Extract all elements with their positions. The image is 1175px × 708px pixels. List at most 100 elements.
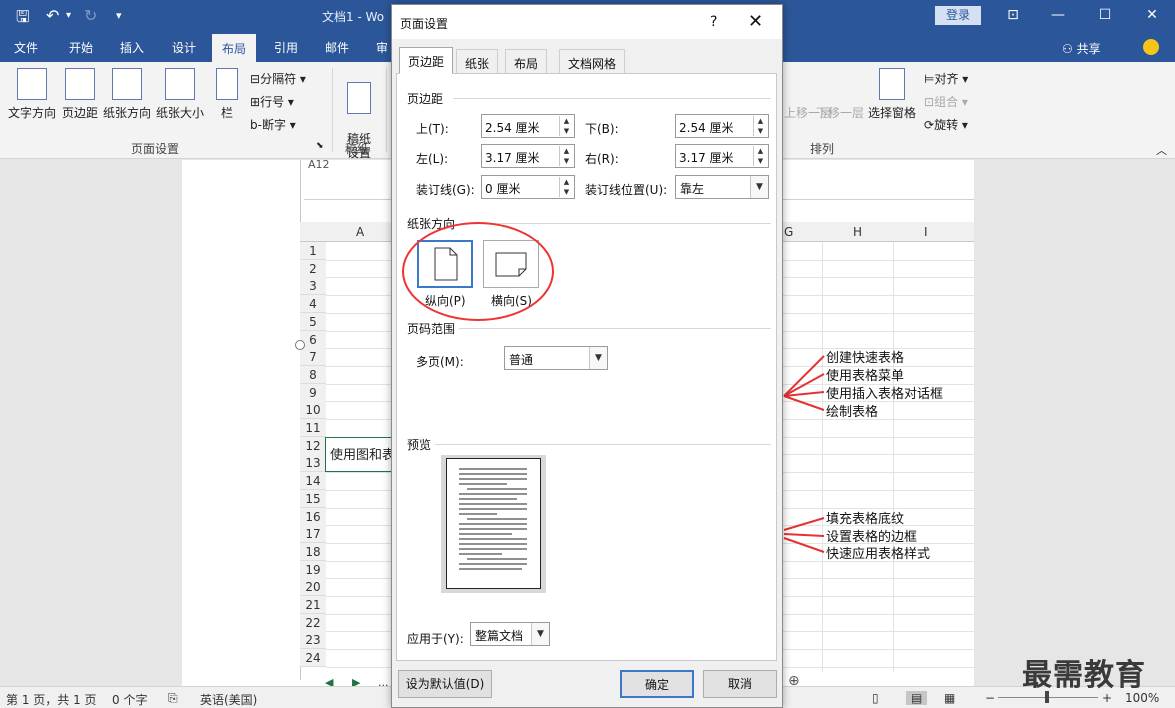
spin-down-icon[interactable]: ▼ <box>753 126 767 136</box>
spin-down-icon[interactable]: ▼ <box>559 126 573 136</box>
tab-layout[interactable]: 布局 <box>212 34 257 62</box>
rotate-button[interactable]: ⟳旋转 ▾ <box>924 116 968 133</box>
collapse-ribbon-icon[interactable]: ︿ <box>1156 142 1167 158</box>
cell-a12[interactable]: 使用图和表 <box>325 437 393 472</box>
maximize-icon[interactable]: ☐ <box>1090 4 1120 26</box>
tab-file[interactable]: 文件 <box>14 39 38 56</box>
read-mode-icon[interactable]: ▯ <box>872 691 879 705</box>
window-close-icon[interactable]: ✕ <box>1137 4 1167 26</box>
spin-down-icon[interactable]: ▼ <box>559 156 573 166</box>
multiple-pages-select[interactable]: 普通 ▼ <box>504 346 608 370</box>
spin-down-icon[interactable]: ▼ <box>753 156 767 166</box>
tab-paper[interactable]: 纸张 <box>456 49 499 73</box>
row-header[interactable]: 14 <box>300 472 326 491</box>
selection-pane-button[interactable]: 选择窗格 <box>866 68 918 121</box>
page-setup-launcher-icon[interactable]: ⬊ <box>316 141 324 151</box>
row-header[interactable]: 18 <box>300 542 326 561</box>
line-numbers-button[interactable]: ⊞行号 ▾ <box>250 93 294 110</box>
spin-up-icon[interactable]: ▲ <box>753 146 767 156</box>
ribbon-display-options-icon[interactable]: ⊡ <box>998 4 1028 26</box>
gutter-field[interactable]: 0 厘米 ▲ ▼ <box>481 175 575 199</box>
row-header[interactable]: 20 <box>300 578 326 597</box>
group-button[interactable]: ⊡组合 ▾ <box>924 93 968 110</box>
row-header[interactable]: 19 <box>300 560 326 579</box>
page-count[interactable]: 第 1 页，共 1 页 <box>6 691 97 708</box>
spin-up-icon[interactable]: ▲ <box>753 116 767 126</box>
send-backward-button[interactable]: 下移一层 <box>816 104 864 121</box>
row-header[interactable]: 17 <box>300 525 326 544</box>
help-icon[interactable]: ? <box>710 14 717 30</box>
redo-icon[interactable]: ↻ <box>84 6 97 25</box>
row-header[interactable]: 3 <box>300 277 326 296</box>
right-margin-field[interactable]: 3.17 厘米 ▲ ▼ <box>675 144 769 168</box>
row-header[interactable]: 24 <box>300 649 326 668</box>
column-header-h[interactable]: H <box>853 225 862 239</box>
spin-up-icon[interactable]: ▲ <box>559 146 573 156</box>
cancel-button[interactable]: 取消 <box>703 670 777 698</box>
top-margin-field[interactable]: 2.54 厘米 ▲ ▼ <box>481 114 575 138</box>
row-header[interactable]: 21 <box>300 596 326 614</box>
columns-button[interactable]: 栏 <box>212 68 242 121</box>
hyphenation-button[interactable]: b‑断字 ▾ <box>250 116 296 133</box>
chevron-down-icon[interactable]: ▼ <box>531 623 549 645</box>
gutter-position-select[interactable]: 靠左 ▼ <box>675 175 769 199</box>
size-button[interactable]: 纸张大小 <box>154 68 206 121</box>
row-header[interactable]: 9 <box>300 383 326 402</box>
ok-button[interactable]: 确定 <box>620 670 694 698</box>
language-indicator[interactable]: 英语(美国) <box>200 691 257 708</box>
row-header[interactable]: 15 <box>300 489 326 508</box>
resize-handle-icon[interactable] <box>295 340 305 350</box>
tab-references[interactable]: 引用 <box>274 39 298 56</box>
spin-up-icon[interactable]: ▲ <box>559 116 573 126</box>
row-header[interactable]: 2 <box>300 259 326 278</box>
row-header[interactable]: 16 <box>300 507 326 526</box>
undo-icon[interactable]: ↶ <box>46 6 59 25</box>
feedback-smiley-icon[interactable] <box>1143 39 1159 55</box>
undo-dropdown-icon[interactable]: ▾ <box>66 10 71 21</box>
close-icon[interactable]: ✕ <box>748 11 763 32</box>
row-header[interactable]: 12 <box>300 436 326 455</box>
text-direction-button[interactable]: 文字方向 <box>6 68 58 121</box>
tab-review[interactable]: 审 <box>376 39 388 56</box>
row-header[interactable]: 13 <box>300 454 326 473</box>
tab-document-grid[interactable]: 文档网格 <box>559 49 626 73</box>
row-header[interactable]: 8 <box>300 365 326 384</box>
chevron-down-icon[interactable]: ▼ <box>750 176 768 198</box>
tab-insert[interactable]: 插入 <box>120 39 144 56</box>
tab-margins[interactable]: 页边距 <box>399 47 454 74</box>
chevron-down-icon[interactable]: ▼ <box>589 347 607 369</box>
name-box[interactable]: A12 <box>308 158 330 171</box>
tab-design[interactable]: 设计 <box>172 39 196 56</box>
login-button[interactable]: 登录 <box>935 6 981 25</box>
margins-button[interactable]: 页边距 <box>60 68 100 121</box>
orientation-button[interactable]: 纸张方向 <box>101 68 153 121</box>
row-header[interactable]: 5 <box>300 312 326 331</box>
align-button[interactable]: ⊨对齐 ▾ <box>924 70 968 87</box>
set-default-button[interactable]: 设为默认值(D) <box>398 670 492 698</box>
tab-layout[interactable]: 布局 <box>505 49 548 73</box>
save-icon[interactable]: 🖫 <box>16 6 30 33</box>
breaks-button[interactable]: ⊟分隔符 ▾ <box>250 70 306 87</box>
row-header[interactable]: 4 <box>300 295 326 314</box>
column-header-a[interactable]: A <box>356 225 364 239</box>
spin-down-icon[interactable]: ▼ <box>559 187 573 197</box>
customize-quick-access-icon[interactable]: ▾ <box>116 9 122 22</box>
left-margin-field[interactable]: 3.17 厘米 ▲ ▼ <box>481 144 575 168</box>
share-button[interactable]: ⚇ 共享 <box>1062 40 1101 57</box>
row-header[interactable]: 23 <box>300 631 326 650</box>
column-header-g[interactable]: G <box>784 225 793 239</box>
row-header[interactable]: 22 <box>300 613 326 632</box>
row-header[interactable]: 11 <box>300 419 326 437</box>
bottom-margin-field[interactable]: 2.54 厘米 ▲ ▼ <box>675 114 769 138</box>
column-header-i[interactable]: I <box>924 225 928 239</box>
proofing-icon[interactable]: ⎘ <box>168 691 178 706</box>
web-layout-icon[interactable]: ▦ <box>944 691 955 705</box>
tab-home[interactable]: 开始 <box>69 39 93 56</box>
zoom-out-icon[interactable]: − <box>985 691 995 705</box>
tab-mailings[interactable]: 邮件 <box>325 39 349 56</box>
spin-up-icon[interactable]: ▲ <box>559 177 573 187</box>
row-header[interactable]: 1 <box>300 242 326 260</box>
apply-to-select[interactable]: 整篇文档 ▼ <box>470 622 550 646</box>
row-header[interactable]: 7 <box>300 348 326 367</box>
print-layout-icon[interactable]: ▤ <box>906 691 928 705</box>
